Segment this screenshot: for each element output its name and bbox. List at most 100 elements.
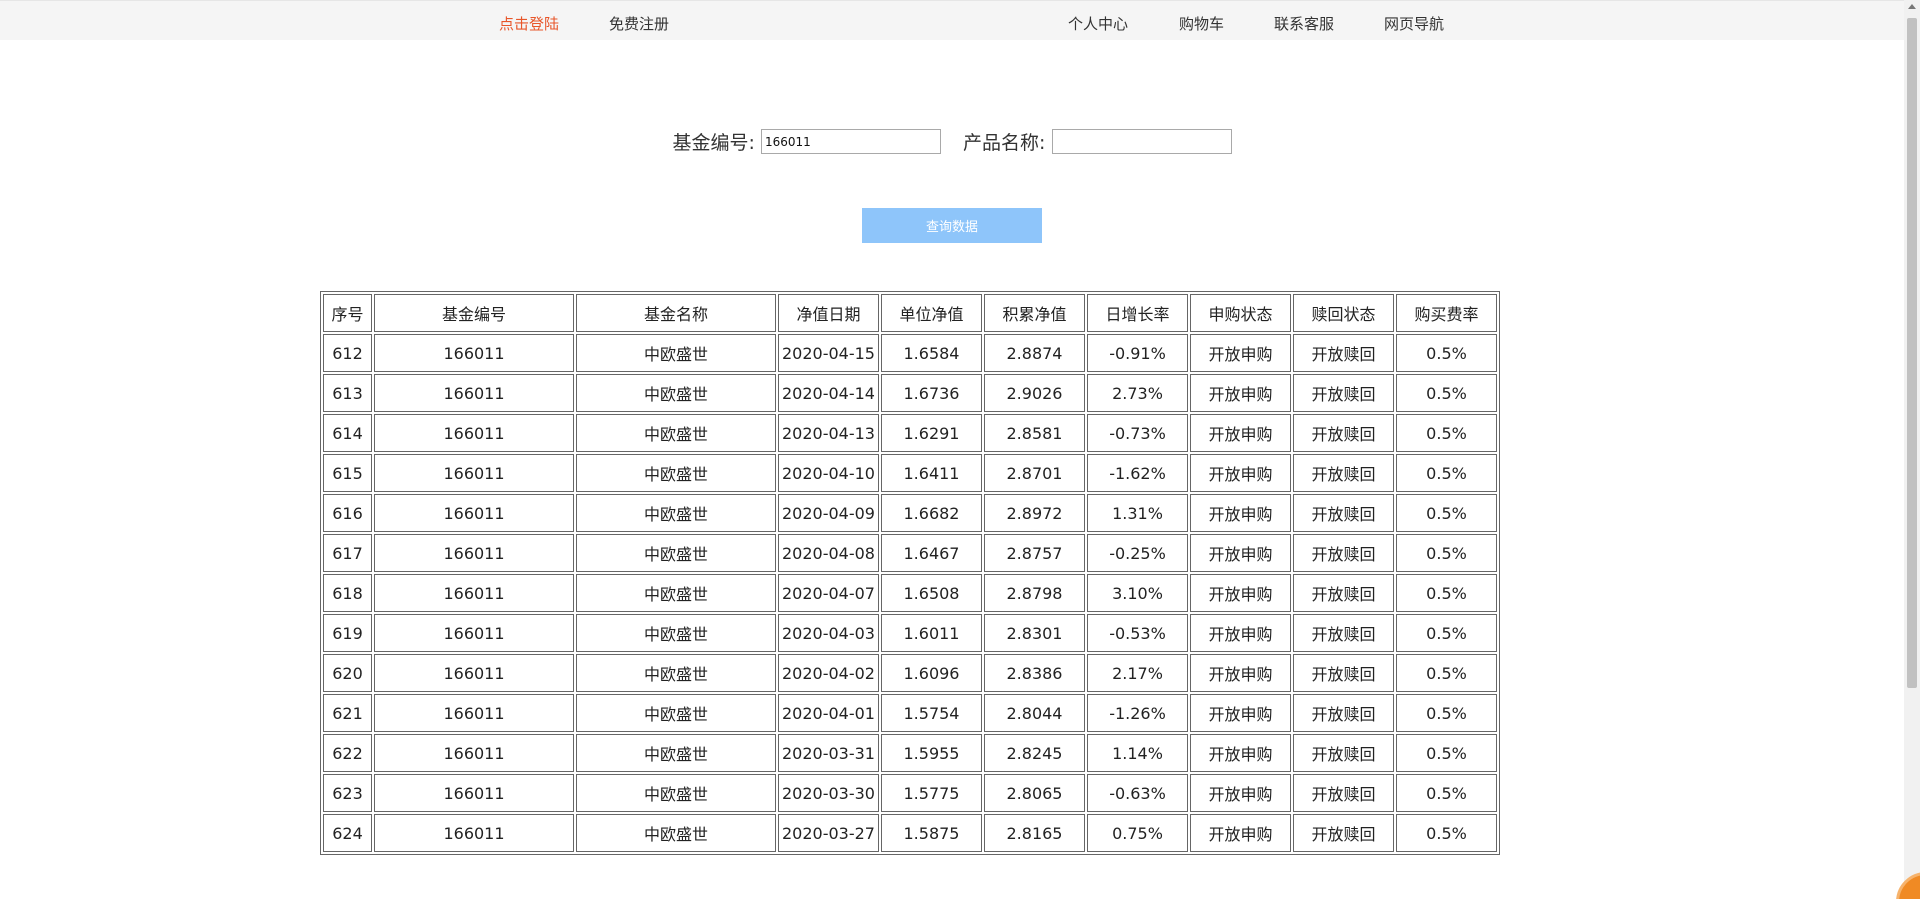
table-cell: -0.25% bbox=[1087, 534, 1188, 572]
table-row: 623 166011 中欧盛世 2020-03-30 1.5775 2.8065 -0.63… bbox=[323, 774, 1497, 812]
table-cell: 166011 bbox=[374, 574, 574, 612]
table-cell: 1.6508 bbox=[881, 574, 982, 612]
table-cell: 1.5775 bbox=[881, 774, 982, 812]
product-name-input[interactable] bbox=[1051, 129, 1232, 154]
table-cell: 开放申购 bbox=[1190, 374, 1291, 412]
table-cell: 2020-04-14 bbox=[778, 374, 879, 412]
table-cell: 619 bbox=[323, 614, 372, 652]
table-cell: 166011 bbox=[374, 774, 574, 812]
table-cell: 0.5% bbox=[1396, 614, 1497, 652]
table-cell: 开放申购 bbox=[1190, 414, 1291, 452]
table-cell: 2.8757 bbox=[984, 534, 1085, 572]
table-cell: 1.6682 bbox=[881, 494, 982, 532]
table-row: 614 166011 中欧盛世 2020-04-13 1.6291 2.8581 -0.73… bbox=[323, 414, 1497, 452]
table-cell: 开放赎回 bbox=[1293, 774, 1394, 812]
table-cell: -0.63% bbox=[1087, 774, 1188, 812]
table-cell: 开放申购 bbox=[1190, 494, 1291, 532]
table-cell: 2.17% bbox=[1087, 654, 1188, 692]
table-row: 617 166011 中欧盛世 2020-04-08 1.6467 2.8757 -0.25… bbox=[323, 534, 1497, 572]
table-cell: 2.73% bbox=[1087, 374, 1188, 412]
scroll-up-arrow-icon[interactable] bbox=[1908, 4, 1916, 9]
header-cell: 基金编号 bbox=[374, 294, 574, 332]
table-cell: 0.5% bbox=[1396, 734, 1497, 772]
table-cell: 2.8581 bbox=[984, 414, 1085, 452]
table-cell: 开放申购 bbox=[1190, 334, 1291, 372]
header-cell: 净值日期 bbox=[778, 294, 879, 332]
table-cell: 2020-04-02 bbox=[778, 654, 879, 692]
table-cell: 614 bbox=[323, 414, 372, 452]
table-cell: 2020-04-13 bbox=[778, 414, 879, 452]
table-cell: 1.6411 bbox=[881, 454, 982, 492]
query-data-button[interactable]: 查询数据 bbox=[862, 208, 1042, 243]
header-cell: 基金名称 bbox=[576, 294, 776, 332]
table-cell: 166011 bbox=[374, 374, 574, 412]
table-cell: 中欧盛世 bbox=[576, 774, 776, 812]
table-cell: 166011 bbox=[374, 614, 574, 652]
table-cell: 开放赎回 bbox=[1293, 454, 1394, 492]
cart-link[interactable]: 购物车 bbox=[1179, 13, 1224, 34]
table-cell: 2020-03-31 bbox=[778, 734, 879, 772]
scrollbar-thumb[interactable] bbox=[1907, 18, 1917, 688]
table-cell: 1.14% bbox=[1087, 734, 1188, 772]
table-cell: 开放申购 bbox=[1190, 574, 1291, 612]
table-cell: 开放赎回 bbox=[1293, 654, 1394, 692]
table-cell: 2020-04-15 bbox=[778, 334, 879, 372]
table-header-row: 序号 基金编号 基金名称 净值日期 单位净值 积累净值 日增长率 申购状态 赎回… bbox=[323, 294, 1497, 332]
table-cell: 1.6467 bbox=[881, 534, 982, 572]
table-cell: 2020-03-30 bbox=[778, 774, 879, 812]
table-cell: 0.5% bbox=[1396, 534, 1497, 572]
user-center-link[interactable]: 个人中心 bbox=[1068, 13, 1128, 34]
customer-service-link[interactable]: 联系客服 bbox=[1274, 13, 1334, 34]
header-cell: 赎回状态 bbox=[1293, 294, 1394, 332]
table-cell: 开放申购 bbox=[1190, 814, 1291, 852]
table-cell: 中欧盛世 bbox=[576, 334, 776, 372]
site-nav-link[interactable]: 网页导航 bbox=[1384, 13, 1444, 34]
table-cell: 开放赎回 bbox=[1293, 374, 1394, 412]
table-cell: 0.5% bbox=[1396, 774, 1497, 812]
table-cell: 0.5% bbox=[1396, 454, 1497, 492]
table-cell: 开放申购 bbox=[1190, 454, 1291, 492]
table-row: 612 166011 中欧盛世 2020-04-15 1.6584 2.8874 -0.91… bbox=[323, 334, 1497, 372]
table-cell: 开放赎回 bbox=[1293, 494, 1394, 532]
table-cell: 166011 bbox=[374, 734, 574, 772]
table-cell: 2.8972 bbox=[984, 494, 1085, 532]
table-cell: 166011 bbox=[374, 454, 574, 492]
table-cell: 开放赎回 bbox=[1293, 694, 1394, 732]
table-cell: 中欧盛世 bbox=[576, 534, 776, 572]
table-cell: 1.6011 bbox=[881, 614, 982, 652]
fund-nav-table: 序号 基金编号 基金名称 净值日期 单位净值 积累净值 日增长率 申购状态 赎回… bbox=[320, 291, 1500, 855]
table-cell: 2020-04-07 bbox=[778, 574, 879, 612]
register-link[interactable]: 免费注册 bbox=[609, 13, 669, 34]
table-cell: 2020-04-01 bbox=[778, 694, 879, 732]
table-cell: 中欧盛世 bbox=[576, 814, 776, 852]
table-cell: 0.5% bbox=[1396, 494, 1497, 532]
fund-code-input[interactable] bbox=[760, 129, 941, 154]
table-cell: 616 bbox=[323, 494, 372, 532]
table-cell: 0.5% bbox=[1396, 814, 1497, 852]
table-cell: 1.5955 bbox=[881, 734, 982, 772]
vertical-scrollbar[interactable] bbox=[1904, 0, 1920, 899]
login-link[interactable]: 点击登陆 bbox=[499, 13, 559, 34]
table-cell: 开放申购 bbox=[1190, 654, 1291, 692]
table-cell: 2.8065 bbox=[984, 774, 1085, 812]
table-cell: 166011 bbox=[374, 814, 574, 852]
table-row: 619 166011 中欧盛世 2020-04-03 1.6011 2.8301 -0.53… bbox=[323, 614, 1497, 652]
table-cell: -0.53% bbox=[1087, 614, 1188, 652]
header-cell: 序号 bbox=[323, 294, 372, 332]
table-cell: 166011 bbox=[374, 334, 574, 372]
table-cell: 中欧盛世 bbox=[576, 654, 776, 692]
table-cell: 1.6096 bbox=[881, 654, 982, 692]
top-nav-bar: 点击登陆 免费注册 个人中心 购物车 联系客服 网页导航 bbox=[0, 0, 1904, 40]
table-cell: 2.8701 bbox=[984, 454, 1085, 492]
table-cell: 开放赎回 bbox=[1293, 734, 1394, 772]
table-body: 612 166011 中欧盛世 2020-04-15 1.6584 2.8874 -0.91… bbox=[323, 334, 1497, 852]
table-cell: 622 bbox=[323, 734, 372, 772]
table-cell: 开放申购 bbox=[1190, 534, 1291, 572]
table-cell: 0.5% bbox=[1396, 374, 1497, 412]
table-cell: 2.8386 bbox=[984, 654, 1085, 692]
table-cell: 开放申购 bbox=[1190, 694, 1291, 732]
table-cell: 开放赎回 bbox=[1293, 334, 1394, 372]
table-cell: 中欧盛世 bbox=[576, 734, 776, 772]
table-cell: 2020-04-10 bbox=[778, 454, 879, 492]
table-cell: 2020-04-09 bbox=[778, 494, 879, 532]
